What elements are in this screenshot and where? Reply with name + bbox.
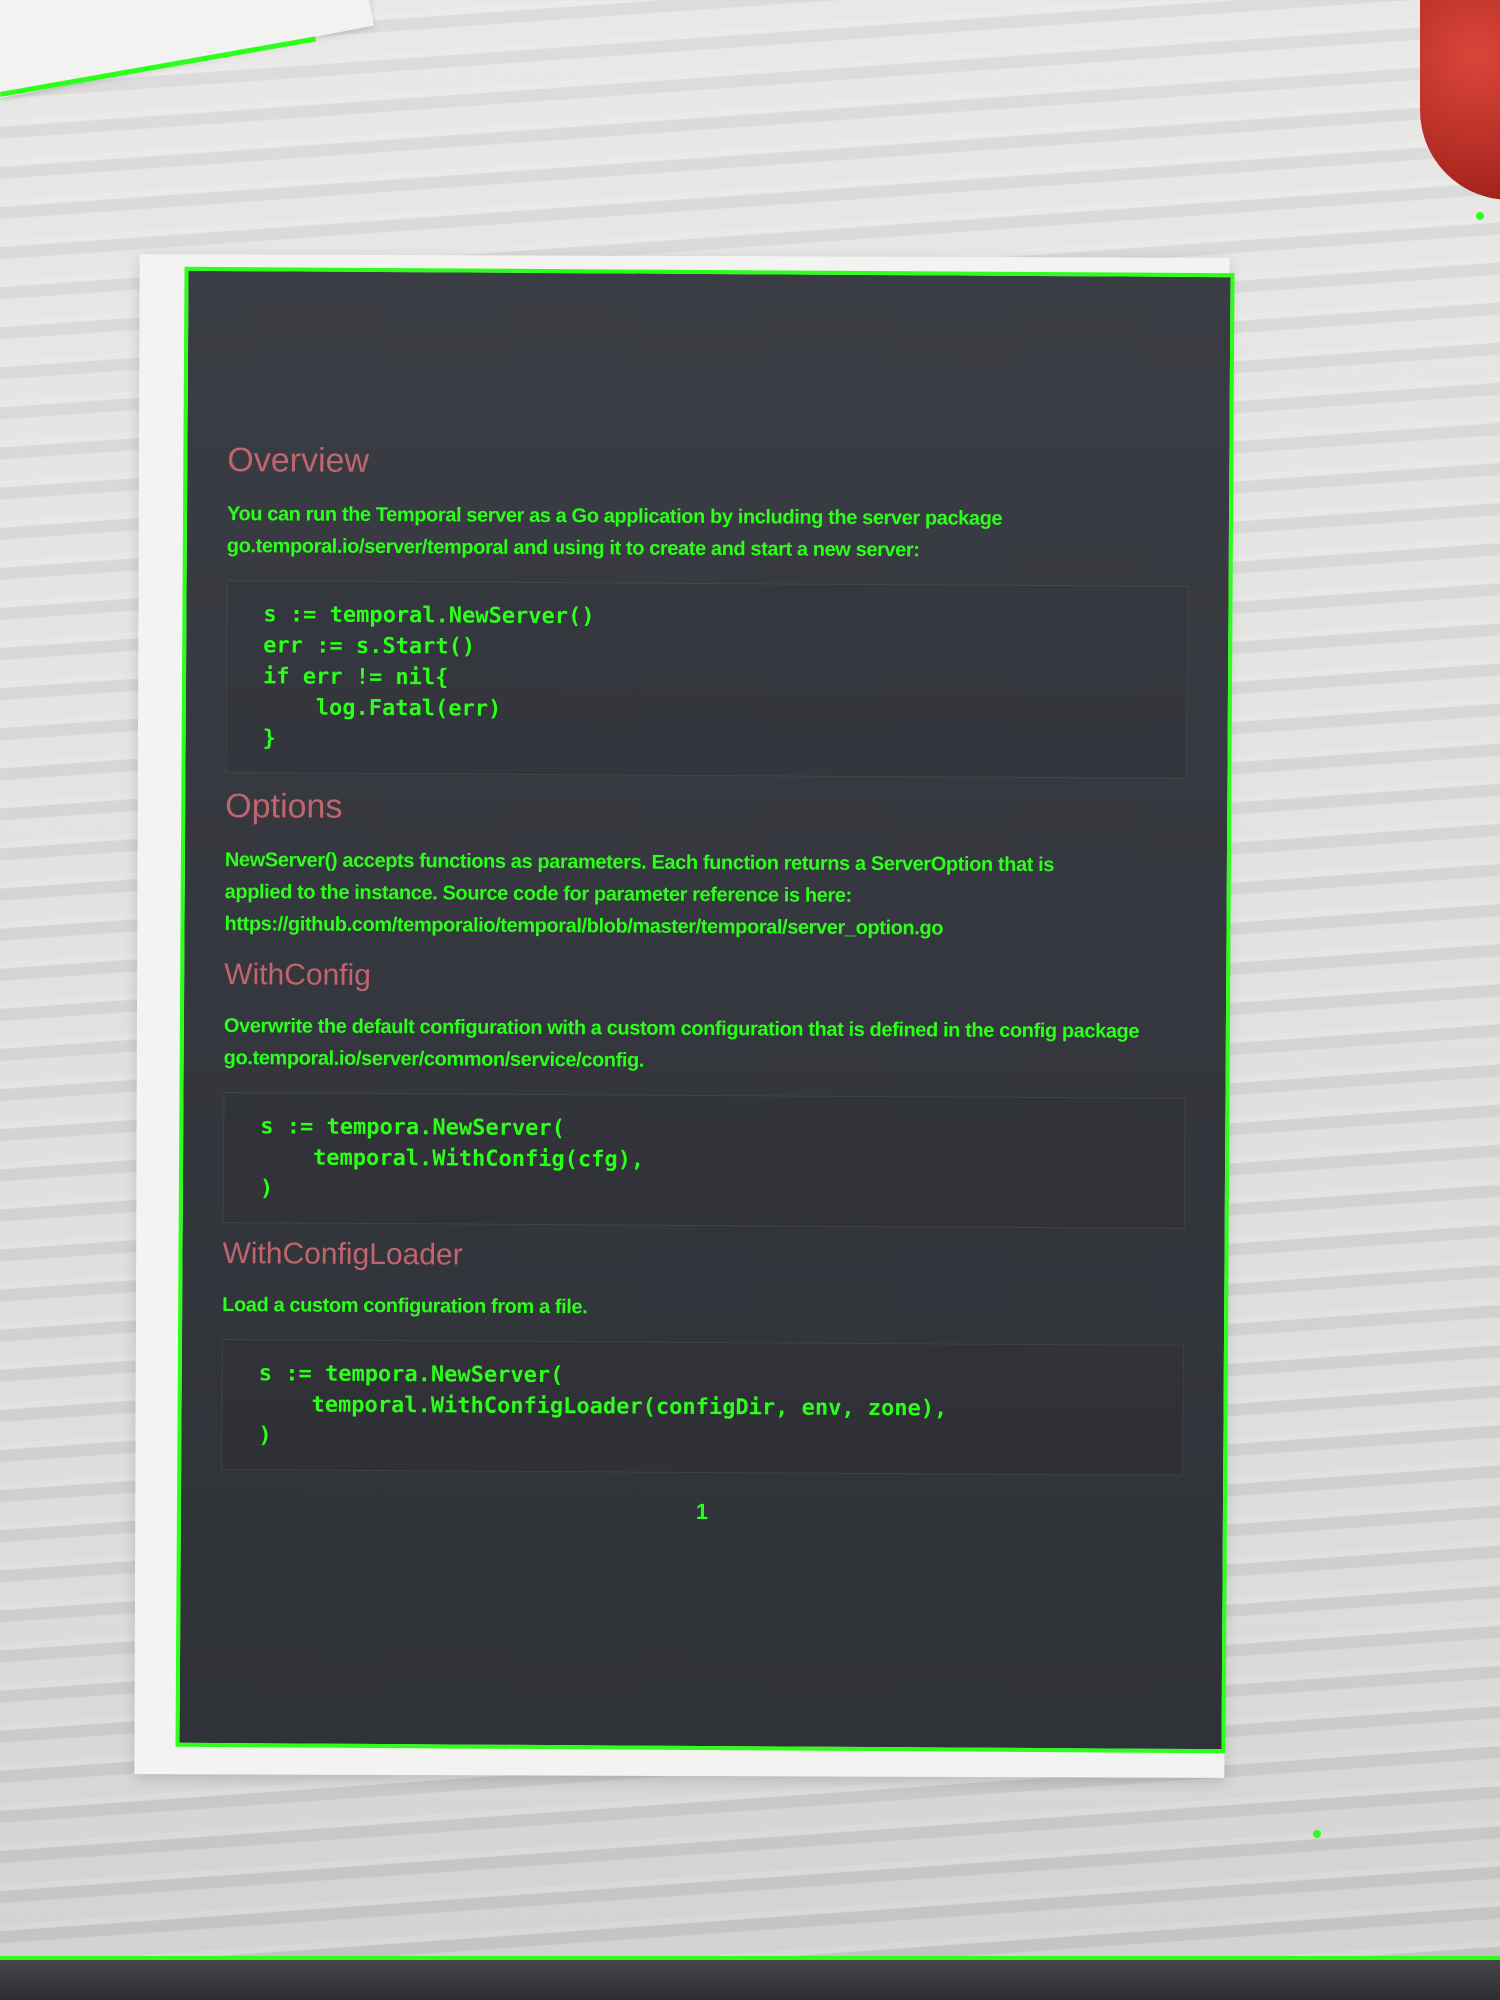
withconfig-heading: WithConfig (224, 958, 372, 992)
marker-dot (1476, 212, 1484, 220)
withconfig-line: go.temporal.io/server/common/service/con… (223, 1047, 645, 1072)
withconfigloader-paragraph: Load a custom configuration from a file. (222, 1289, 1184, 1327)
code-line: ) (258, 1423, 272, 1449)
code-line: } (262, 726, 276, 752)
code-line: temporal.WithConfigLoader(configDir, env… (258, 1392, 948, 1422)
overview-code-block: s := temporal.NewServer() err := s.Start… (225, 580, 1189, 779)
page-number: 1 (695, 1498, 709, 1525)
options-heading: Options (225, 787, 343, 826)
withconfigloader-code-block: s := tempora.NewServer( temporal.WithCon… (221, 1339, 1184, 1476)
overview-heading: Overview (227, 441, 370, 480)
withconfig-code-block: s := tempora.NewServer( temporal.WithCon… (222, 1092, 1186, 1229)
withconfigloader-line: Load a custom configuration from a file. (222, 1294, 588, 1319)
bottom-edge (0, 1956, 1500, 2000)
code-line: ) (259, 1176, 274, 1202)
options-link: https://github.com/temporalio/temporal/b… (224, 913, 944, 940)
document-page: Overview You can run the Temporal server… (175, 266, 1235, 1754)
code-line: log.Fatal(err) (262, 695, 502, 722)
code-line: temporal.WithConfig(cfg), (260, 1145, 645, 1173)
overview-paragraph: You can run the Temporal server as a Go … (227, 498, 1189, 568)
withconfigloader-heading: WithConfigLoader (222, 1237, 463, 1272)
withconfig-paragraph: Overwrite the default configuration with… (224, 1010, 1186, 1080)
options-paragraph: NewServer() accepts functions as paramet… (224, 844, 1187, 946)
marker-dot (1313, 1830, 1321, 1838)
overview-line: go.temporal.io/server/temporal and using… (226, 535, 920, 562)
